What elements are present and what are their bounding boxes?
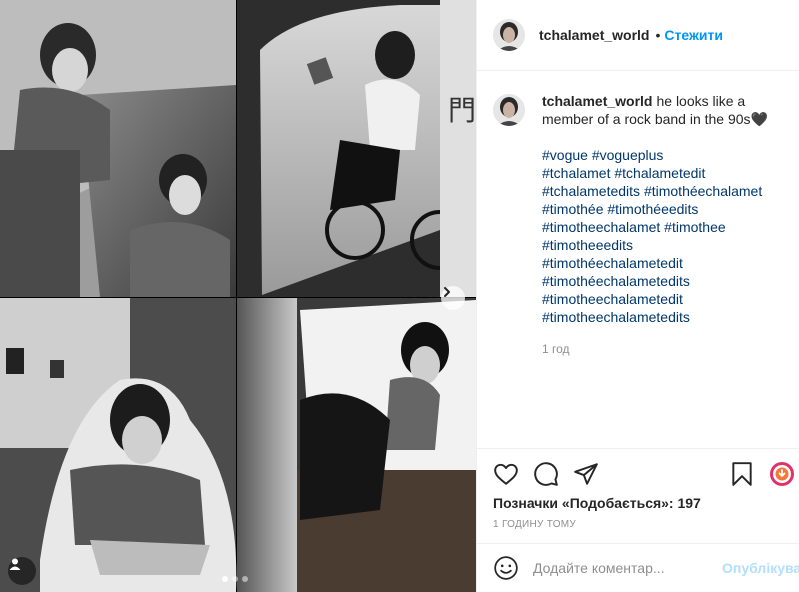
hashtag-list: #vogue #vogueplus #tchalamet #tchalamete… [542,146,782,326]
publish-comment-button[interactable]: Опублікувати [722,560,799,576]
username-link[interactable]: tchalamet_world [539,27,649,43]
caption-area: tchalamet_world he looks like a member of… [477,72,799,448]
hashtag-line[interactable]: #timothéechalametedits [542,272,782,290]
caption-text-block: tchalamet_world he looks like a member of… [542,92,782,128]
post-header: tchalamet_world • Стежити [477,0,799,71]
avatar-image [493,19,525,51]
carousel-dot [242,576,248,582]
caption-avatar[interactable] [493,94,525,126]
user-tags-button[interactable] [8,557,36,585]
carousel-dot [232,576,238,582]
comment-box: Опублікувати [477,543,799,592]
hashtag-line[interactable]: #tchalamet #tchalametedit [542,164,782,182]
caption-time[interactable]: 1 год [542,340,782,358]
carousel-indicator [222,576,248,582]
hashtag-line[interactable]: #vogue #vogueplus [542,146,782,164]
post-timestamp[interactable]: 1 годину тому [493,519,576,530]
reaction-badge-icon[interactable] [769,461,795,487]
hashtag-line[interactable]: #timotheechalametedit [542,290,782,308]
post-sidebar: tchalamet_world • Стежити tchalamet_worl… [476,0,799,592]
chevron-right-icon [444,287,450,297]
hashtag-line[interactable]: #tchalametedits #timothéechalamet [542,182,782,200]
hashtag-line[interactable]: #timotheechalamet #timothee [542,218,782,236]
heart-icon[interactable] [493,461,519,487]
carousel-dot [222,576,228,582]
action-bar [477,448,799,498]
avatar-image [493,94,525,126]
post-image[interactable]: 門 [0,0,476,592]
next-photo-button[interactable] [441,286,465,310]
avatar[interactable] [493,19,525,51]
comment-icon[interactable] [533,461,559,487]
comment-input[interactable] [533,560,714,576]
photo-collage: 門 [0,0,476,592]
caption-row: tchalamet_world he looks like a member of… [493,92,784,358]
user-icon [9,558,21,570]
smiley-icon[interactable] [493,555,519,581]
hashtag-line[interactable]: #timothéechalametedit [542,254,782,272]
svg-text:門: 門 [448,94,476,127]
paper-plane-icon[interactable] [573,461,599,487]
caption-username[interactable]: tchalamet_world [542,93,652,109]
separator: • [655,27,661,43]
hashtag-line[interactable]: #timotheeedits [542,236,782,254]
follow-button[interactable]: Стежити [664,27,723,43]
bookmark-icon[interactable] [729,461,755,487]
caption-body: tchalamet_world he looks like a member of… [542,92,782,358]
likes-count[interactable]: Позначки «Подобається»: 197 [493,495,701,511]
hashtag-line[interactable]: #timotheechalametedits [542,308,782,326]
hashtag-line[interactable]: #timothée #timothéeedits [542,200,782,218]
